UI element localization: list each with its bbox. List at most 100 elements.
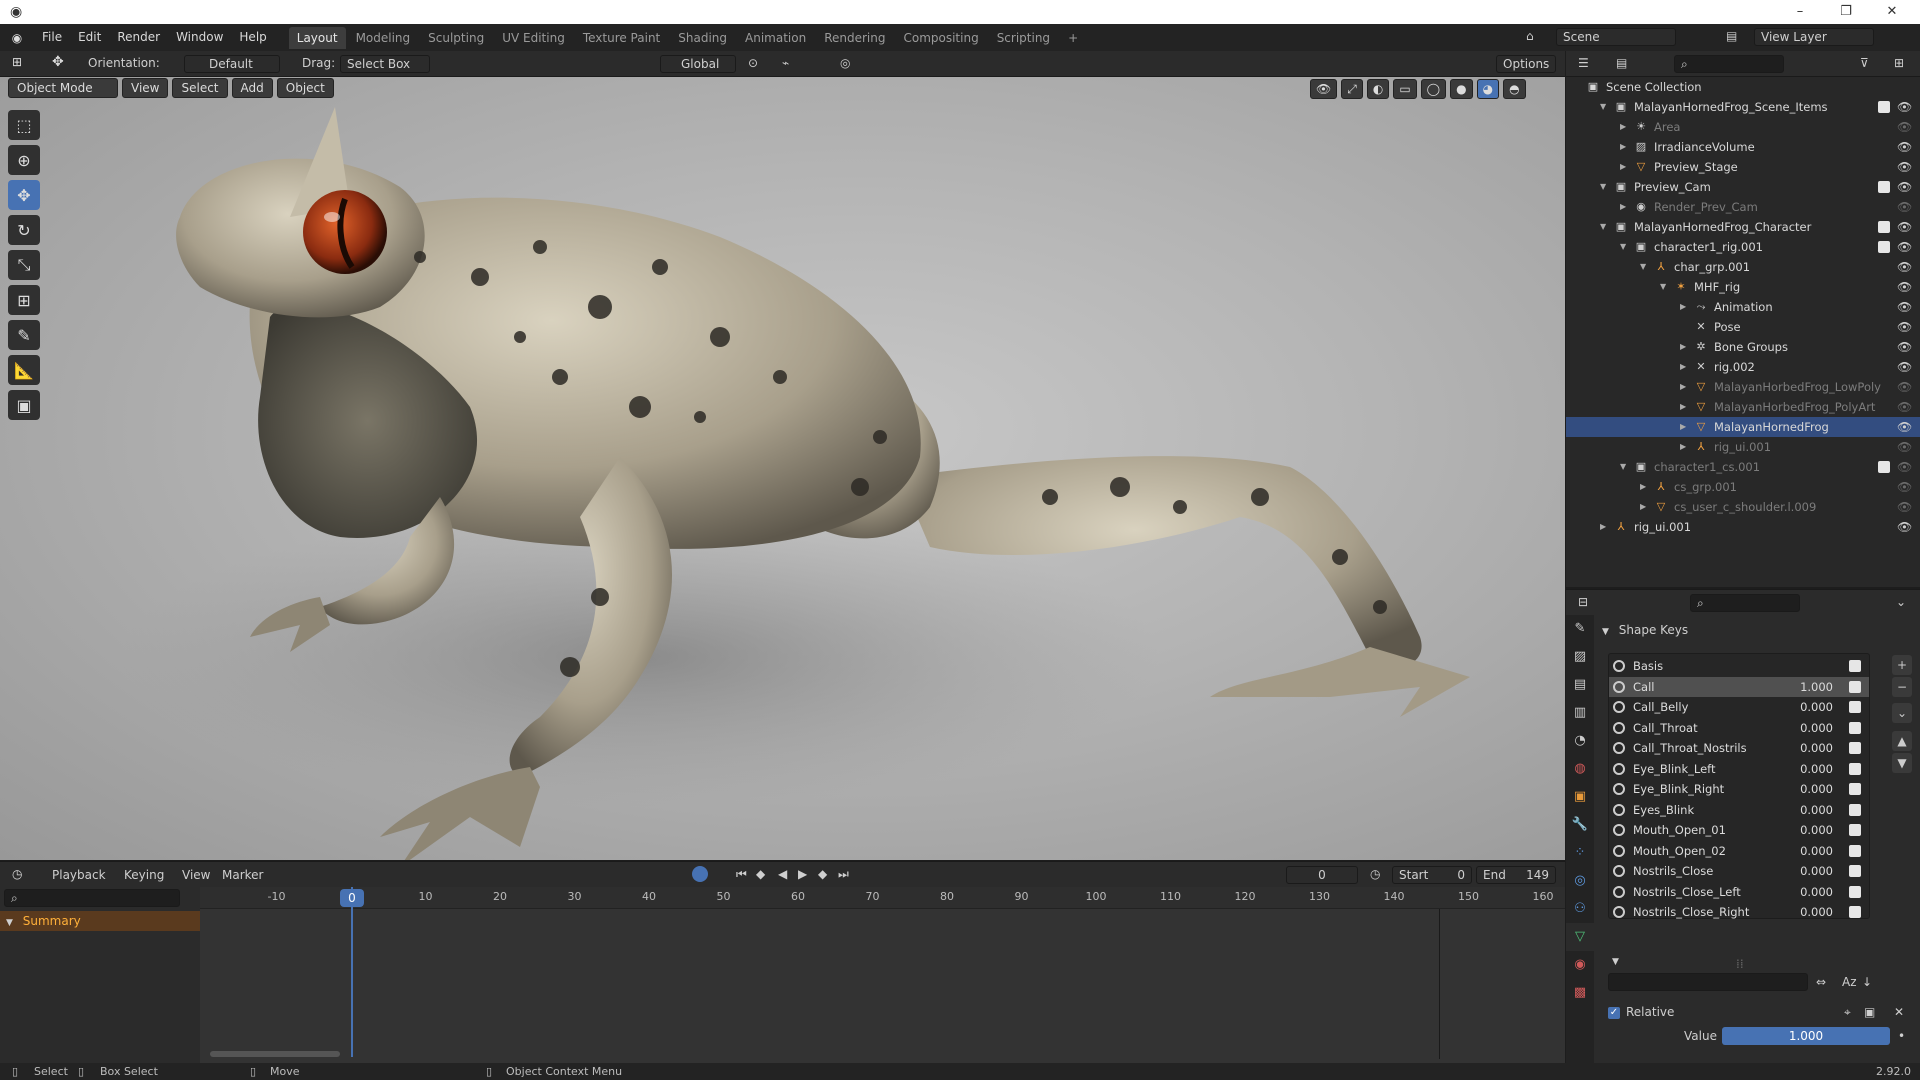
proportional-edit-icon[interactable]: ◎ — [840, 56, 850, 70]
tab-uv-editing[interactable]: UV Editing — [494, 27, 573, 49]
shape-key-mute-checkbox[interactable] — [1849, 762, 1861, 775]
solid-shading-icon[interactable]: ● — [1450, 79, 1473, 99]
rotate-tool-icon[interactable]: ↻ — [8, 215, 40, 245]
keyframe-dot-icon[interactable]: • — [1898, 1029, 1905, 1043]
properties-options-icon[interactable]: ⌄ — [1896, 595, 1906, 609]
next-key-icon[interactable]: ◆ — [818, 867, 827, 881]
outliner-row[interactable]: ▼ ▣ character1_rig.001 👁 — [1566, 237, 1920, 257]
object-menu[interactable]: Object — [276, 78, 334, 98]
visibility-eye-icon[interactable]: 👁 — [1897, 497, 1912, 517]
scale-tool-icon[interactable]: ⤡ — [8, 250, 40, 280]
visibility-eye-icon[interactable]: 👁 — [1897, 397, 1912, 417]
current-frame-field[interactable]: 0 — [1286, 866, 1358, 884]
shape-key-mute-checkbox[interactable] — [1849, 742, 1861, 754]
orientation-select[interactable]: Default — [184, 55, 280, 73]
transform-tool-icon[interactable]: ⊞ — [8, 285, 40, 315]
pin-icon[interactable]: ⌖ — [1844, 1005, 1851, 1020]
measure-tool-icon[interactable]: 📐 — [8, 355, 40, 385]
outliner-row[interactable]: ▼ ▣ MalayanHornedFrog_Character 👁 — [1566, 217, 1920, 237]
visibility-eye-icon[interactable]: 👁 — [1897, 217, 1912, 237]
select-menu[interactable]: Select — [172, 78, 228, 98]
start-field[interactable]: Start 0 — [1392, 866, 1472, 884]
xray-icon[interactable]: ▭ — [1393, 79, 1417, 99]
visibility-eye-icon[interactable]: 👁 — [1897, 197, 1912, 217]
collapse-icon[interactable]: ▼ — [1620, 237, 1630, 257]
outliner-row[interactable]: ✕ Pose 👁 — [1566, 317, 1920, 337]
exclude-checkbox[interactable] — [1878, 241, 1890, 253]
menu-edit[interactable]: Edit — [70, 24, 109, 51]
shape-key-row[interactable]: Nostrils_Close_Right 0.000 — [1609, 902, 1869, 922]
constraints-tab-icon[interactable]: ⚇ — [1566, 895, 1594, 923]
new-collection-icon[interactable]: ⊞ — [1894, 56, 1904, 70]
snap-icon[interactable]: ⌁ — [782, 56, 789, 70]
transform-icon[interactable]: ✥ — [52, 54, 64, 70]
outliner-row[interactable]: ▼ ▣ Preview_Cam 👁 — [1566, 177, 1920, 197]
shape-key-value[interactable]: 0.000 — [1779, 820, 1833, 840]
shape-key-row[interactable]: Nostrils_Close_Left 0.000 — [1609, 882, 1869, 902]
collapse-icon[interactable]: ▼ — [1640, 257, 1650, 277]
shape-key-row[interactable]: Call 1.000 — [1609, 676, 1869, 697]
tab-sculpting[interactable]: Sculpting — [420, 27, 492, 49]
value-slider[interactable]: 1.000 — [1722, 1027, 1890, 1045]
timeline-editor-icon[interactable]: ◷ — [12, 867, 22, 881]
scene-collection-row[interactable]: ▣ Scene Collection — [1566, 77, 1920, 97]
shape-key-value[interactable]: 0.000 — [1779, 697, 1833, 717]
move-up-button[interactable]: ▲ — [1892, 731, 1912, 751]
outliner-row[interactable]: ▶ ▽ MalayanHorbedFrog_LowPoly 👁 — [1566, 377, 1920, 397]
wireframe-shading-icon[interactable]: ◯ — [1420, 79, 1447, 99]
shape-key-value[interactable]: 0.000 — [1779, 759, 1833, 779]
shape-key-list[interactable]: Basis Call 1.000 Call_Belly 0.000 Call_Throat… — [1608, 653, 1870, 919]
end-field[interactable]: End 149 — [1476, 866, 1556, 884]
add-workspace-button[interactable]: + — [1060, 27, 1086, 49]
outliner-row[interactable]: ▶ ✕ rig.002 👁 — [1566, 357, 1920, 377]
expand-icon[interactable]: ▶ — [1680, 417, 1690, 437]
shape-key-mute-checkbox[interactable] — [1849, 824, 1861, 836]
view-layer-icon[interactable]: ▤ — [1726, 29, 1737, 43]
outliner-row[interactable]: ▶ ▽ cs_user_c_shoulder.l.009 👁 — [1566, 497, 1920, 517]
visibility-eye-icon[interactable]: 👁 — [1897, 117, 1912, 137]
tab-shading[interactable]: Shading — [670, 27, 735, 49]
timeline-area[interactable]: ⌕ ▼ Summary -10 0 10 20 30 40 50 60 70 80 90 100 110… — [0, 887, 1565, 1067]
visibility-eye-icon[interactable]: 👁 — [1897, 277, 1912, 297]
modifier-tab-icon[interactable]: 🔧 — [1566, 811, 1594, 839]
pivot-icon[interactable]: ⊙ — [748, 56, 758, 70]
shape-key-row[interactable]: Call_Belly 0.000 — [1609, 697, 1869, 717]
view-layer-tab-icon[interactable]: ▥ — [1566, 699, 1594, 727]
blender-menu-icon[interactable]: ◉ — [0, 31, 34, 45]
output-tab-icon[interactable]: ▤ — [1566, 671, 1594, 699]
shape-key-row[interactable]: Nostrils_Close 0.000 — [1609, 861, 1869, 881]
visibility-eye-icon[interactable]: 👁 — [1897, 477, 1912, 497]
shape-key-mute-checkbox[interactable] — [1849, 721, 1861, 734]
physics-tab-icon[interactable]: ◎ — [1566, 867, 1594, 895]
playhead[interactable] — [351, 887, 353, 1057]
play-icon[interactable]: ▶ — [798, 867, 807, 881]
select-box-tool-icon[interactable]: ⬚ — [8, 110, 40, 140]
particles-tab-icon[interactable]: ⁘ — [1566, 839, 1594, 867]
object-tab-icon[interactable]: ▣ — [1566, 783, 1594, 811]
exclude-checkbox[interactable] — [1878, 181, 1890, 193]
shape-key-mute-checkbox[interactable] — [1849, 906, 1861, 918]
outliner-row[interactable]: ▶ ▽ MalayanHorbedFrog_PolyArt 👁 — [1566, 397, 1920, 417]
rendered-shading-icon[interactable]: ◓ — [1503, 79, 1526, 99]
outliner-row[interactable]: ▶ ⅄ rig_ui.001 👁 — [1566, 517, 1920, 537]
tab-layout[interactable]: Layout — [288, 26, 346, 49]
collapse-icon[interactable]: ▼ — [1600, 177, 1610, 197]
properties-search[interactable]: ⌕ — [1690, 594, 1800, 612]
visibility-eye-icon[interactable]: 👁 — [1897, 157, 1912, 177]
expand-icon[interactable]: ▶ — [1680, 357, 1690, 377]
object-mode-select[interactable]: Object Mode — [8, 78, 118, 98]
expand-icon[interactable]: ▶ — [1680, 437, 1690, 457]
shape-key-row[interactable]: Call_Throat_Nostrils 0.000 — [1609, 738, 1869, 758]
shape-key-row[interactable]: Mouth_Open_01 0.000 — [1609, 820, 1869, 840]
shape-key-mute-checkbox[interactable] — [1849, 680, 1861, 693]
outliner-row[interactable]: ▼ ⅄ char_grp.001 👁 — [1566, 257, 1920, 277]
sort-reverse-icon[interactable]: ↓ — [1862, 975, 1872, 989]
expand-icon[interactable]: ▶ — [1640, 477, 1650, 497]
maximize-button[interactable]: ❐ — [1826, 2, 1866, 22]
shape-key-value[interactable]: 1.000 — [1779, 677, 1833, 697]
outliner-row[interactable]: ▶ ⅄ cs_grp.001 👁 — [1566, 477, 1920, 497]
collapse-icon[interactable]: ▼ — [1600, 97, 1610, 117]
gizmo-icon[interactable]: ⤢ — [1341, 79, 1363, 99]
tab-scripting[interactable]: Scripting — [989, 27, 1058, 49]
jump-start-icon[interactable]: ⏮ — [736, 867, 747, 882]
